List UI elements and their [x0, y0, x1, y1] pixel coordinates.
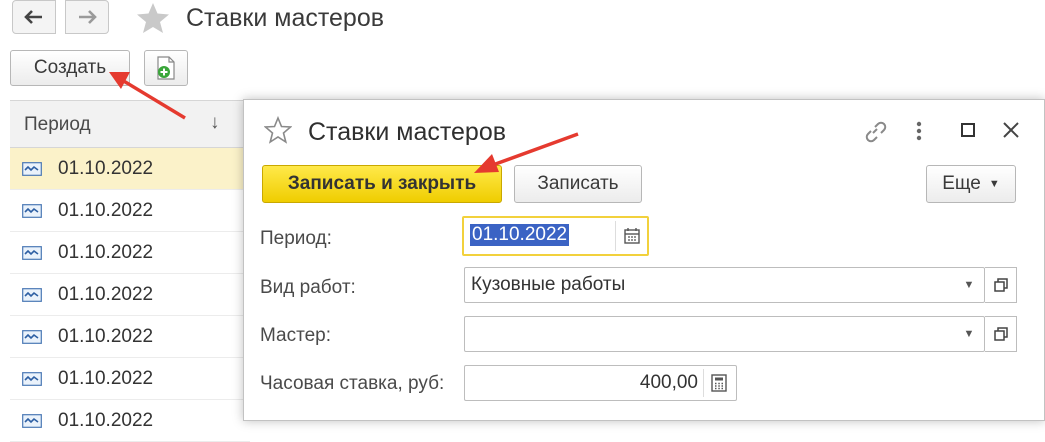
arrow-left-icon [24, 10, 42, 24]
add-document-icon [157, 56, 175, 80]
star-icon[interactable] [264, 116, 292, 144]
work-type-value: Кузовные работы [471, 274, 626, 295]
chevron-down-icon: ▼ [988, 178, 1000, 190]
maximize-icon[interactable] [960, 122, 976, 138]
link-icon[interactable] [862, 118, 888, 144]
more-label: Еще [942, 173, 981, 194]
forward-button[interactable] [65, 0, 109, 34]
open-form-icon [993, 278, 1008, 292]
open-form-icon [993, 327, 1008, 341]
hourly-rate-value: 400,00 [639, 372, 698, 393]
create-button-label: Создать [33, 57, 107, 78]
hourly-rate-label: Часовая ставка, руб: [260, 373, 445, 394]
list-row[interactable]: 01.10.2022 [10, 358, 250, 400]
row-period: 01.10.2022 [58, 283, 154, 305]
calendar-icon[interactable] [624, 227, 640, 244]
work-type-field[interactable]: Кузовные работы ▼ [464, 267, 985, 303]
close-icon[interactable] [1001, 120, 1021, 140]
arrow-right-icon [79, 10, 97, 24]
row-period: 01.10.2022 [58, 367, 154, 389]
master-field[interactable]: ▼ [464, 316, 985, 352]
divider [615, 221, 616, 251]
save-label: Записать [537, 173, 619, 194]
row-period: 01.10.2022 [58, 241, 154, 263]
star-icon[interactable] [136, 2, 170, 34]
more-vertical-icon[interactable] [914, 118, 924, 144]
period-label: Период: [260, 228, 332, 249]
open-master-button[interactable] [985, 316, 1017, 352]
register-record-icon [22, 161, 42, 176]
save-and-close-button[interactable]: Записать и закрыть [262, 165, 502, 203]
page-title: Ставки мастеров [186, 4, 385, 32]
list-row[interactable]: 01.10.2022 [10, 190, 250, 232]
list-row[interactable]: 01.10.2022 [10, 232, 250, 274]
row-period: 01.10.2022 [58, 325, 154, 347]
chevron-down-icon[interactable]: ▼ [954, 268, 984, 302]
back-button[interactable] [12, 0, 56, 34]
period-value[interactable]: 01.10.2022 [470, 224, 570, 246]
list-row[interactable]: 01.10.2022 [10, 274, 250, 316]
register-record-icon [22, 371, 42, 386]
list-row[interactable]: 01.10.2022 [10, 400, 250, 442]
sort-down-icon[interactable]: ↓ [210, 112, 220, 134]
master-label: Мастер: [260, 325, 332, 346]
list-row[interactable]: 01.10.2022 [10, 316, 250, 358]
divider [703, 369, 704, 397]
more-actions-button[interactable]: Еще ▼ [926, 165, 1016, 203]
dialog-title: Ставки мастеров [308, 118, 507, 146]
open-work-type-button[interactable] [985, 267, 1017, 303]
row-period: 01.10.2022 [58, 199, 154, 221]
register-record-icon [22, 287, 42, 302]
register-record-icon [22, 329, 42, 344]
register-record-icon [22, 245, 42, 260]
list-row[interactable]: 01.10.2022 [10, 148, 250, 190]
work-type-label: Вид работ: [260, 277, 356, 298]
save-button[interactable]: Записать [514, 165, 642, 203]
calculator-icon[interactable] [711, 374, 727, 392]
save-and-close-label: Записать и закрыть [287, 173, 477, 194]
period-field[interactable]: 01.10.2022 [462, 216, 649, 256]
create-button[interactable]: Создать [10, 50, 130, 86]
column-header-period[interactable]: Период [24, 114, 91, 136]
record-dialog: Ставки мастеров Записать и закрыть Запис… [243, 99, 1045, 421]
add-document-button[interactable] [144, 50, 188, 86]
register-record-icon [22, 203, 42, 218]
row-period: 01.10.2022 [58, 157, 154, 179]
chevron-down-icon[interactable]: ▼ [954, 317, 984, 351]
hourly-rate-field[interactable]: 400,00 [464, 365, 737, 401]
grid-header: Период ↓ [10, 100, 250, 148]
